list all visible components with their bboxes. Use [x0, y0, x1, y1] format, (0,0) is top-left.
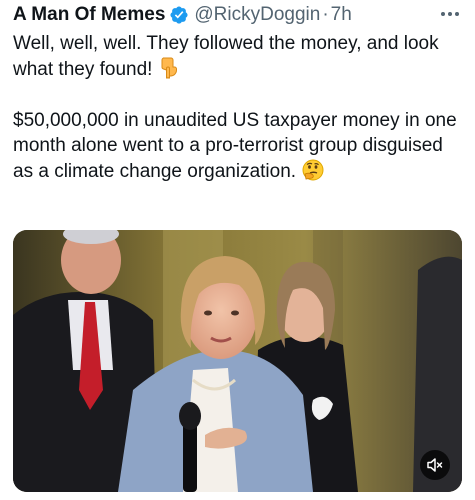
tweet-paragraph-1-text: Well, well, well. They followed the mone…	[13, 33, 439, 80]
thinking-face-emoji	[302, 159, 324, 180]
pointing-down-hand-emoji	[161, 57, 178, 78]
video-frame	[13, 230, 462, 492]
tweet-paragraph-2-text: $50,000,000 in unaudited US taxpayer mon…	[13, 109, 457, 182]
user-handle[interactable]: @RickyDoggin	[194, 4, 320, 26]
tweet-paragraph-1: Well, well, well. They followed the mone…	[13, 31, 468, 82]
video-player[interactable]	[13, 230, 462, 492]
separator-dot: ·	[322, 4, 329, 25]
timestamp[interactable]: 7h	[331, 4, 352, 26]
tweet-paragraph-2: $50,000,000 in unaudited US taxpayer mon…	[13, 108, 468, 185]
tweet-text: Well, well, well. They followed the mone…	[13, 31, 468, 184]
mute-button[interactable]	[420, 450, 450, 480]
tweet-header: A Man Of Memes @RickyDoggin · 7h	[13, 2, 352, 28]
more-dots-icon[interactable]	[435, 3, 465, 25]
tweet[interactable]: A Man Of Memes @RickyDoggin · 7h Well, w…	[0, 0, 475, 500]
muted-speaker-icon	[427, 458, 443, 472]
display-name[interactable]: A Man Of Memes	[13, 4, 165, 26]
verified-badge-icon	[170, 6, 188, 24]
